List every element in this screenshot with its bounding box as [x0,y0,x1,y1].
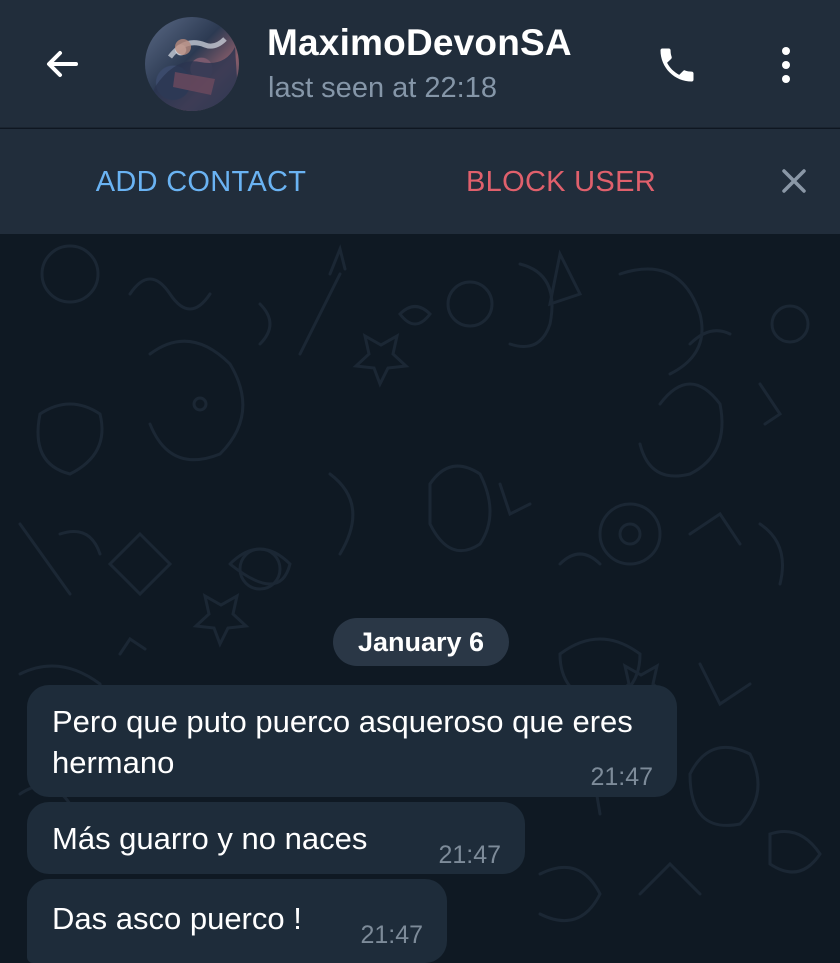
call-button[interactable] [648,36,706,94]
last-seen-status: last seen at 22:18 [268,72,497,104]
message-text: Das asco puerco ! [52,901,302,936]
message-time: 21:47 [360,921,423,949]
back-button[interactable] [30,32,94,96]
message-text: Pero que puto puerco asqueroso que eres … [52,704,633,780]
add-contact-button[interactable]: ADD CONTACT [70,154,332,210]
chat-header: MaximoDevonSA last seen at 22:18 [0,0,840,128]
message-bubble[interactable]: Pero que puto puerco asqueroso que eres … [27,685,677,797]
message-bubble[interactable]: Más guarro y no naces 21:47 [27,802,525,874]
message-bubble[interactable]: Das asco puerco ! 21:47 [27,879,447,963]
chat-area[interactable]: January 6 Pero que puto puerco asqueroso… [0,234,840,963]
block-user-button[interactable]: BLOCK USER [450,154,672,210]
contact-name[interactable]: MaximoDevonSA [267,22,572,64]
date-separator: January 6 [333,618,509,666]
phone-icon [660,48,694,82]
more-vertical-icon [782,47,790,83]
back-arrow-icon [47,51,78,77]
new-contact-action-bar: ADD CONTACT BLOCK USER [0,129,840,234]
avatar-image [145,37,239,111]
message-time: 21:47 [590,763,653,791]
more-options-button[interactable] [760,36,812,94]
message-text: Más guarro y no naces [52,821,368,856]
close-action-bar-button[interactable] [770,157,818,205]
message-time: 21:47 [438,841,501,869]
close-icon [782,169,806,193]
avatar[interactable] [145,17,239,111]
